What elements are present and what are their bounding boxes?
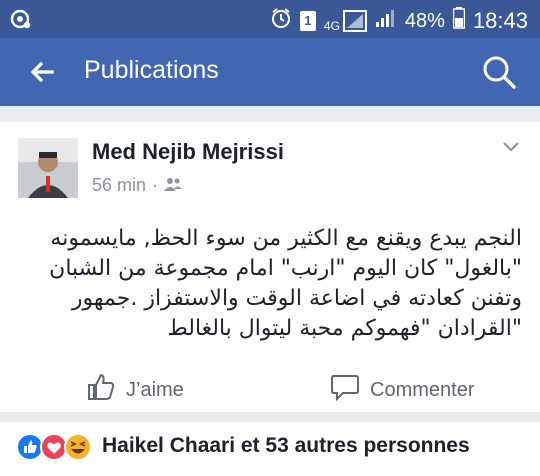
separator-dot: · — [152, 175, 159, 195]
post-text-line: "القرادان "فهموكم محبة ليتوال بالغالط — [167, 316, 522, 341]
page-title: Publications — [84, 56, 219, 84]
post-actions: J’aime Commenter — [0, 364, 540, 412]
post-author[interactable]: Med Nejib Mejrissi — [92, 139, 284, 165]
comment-icon — [330, 372, 360, 408]
reactions-text: Haikel Chaari et 53 autres personnes — [102, 434, 470, 457]
post-card: Med Nejib Mejrissi 56 min · النجم يبدع و… — [0, 122, 540, 412]
back-arrow-icon[interactable] — [26, 56, 58, 88]
friends-icon — [164, 175, 183, 196]
like-button[interactable]: J’aime — [86, 372, 184, 408]
post-time[interactable]: 56 min — [92, 175, 146, 196]
haha-reaction-icon — [64, 433, 92, 461]
notification-icon — [10, 9, 32, 34]
battery-percent: 48% — [404, 9, 445, 32]
love-reaction-icon — [40, 433, 68, 461]
thumbs-up-icon — [86, 372, 116, 408]
post-meta: 56 min · — [92, 175, 183, 196]
signal-wifi-icon: 4G — [324, 10, 367, 32]
sim-indicator: 1 — [299, 11, 316, 31]
avatar[interactable] — [18, 138, 78, 198]
like-label: J’aime — [126, 378, 184, 401]
battery-icon — [452, 7, 466, 35]
reaction-icons — [16, 432, 94, 462]
comment-button[interactable]: Commenter — [330, 372, 474, 408]
post-text-line: "بالغول" كان اليوم "ارنب" امام مجموعة من… — [49, 256, 522, 281]
network-type: 4G — [323, 19, 340, 33]
app-bar: Publications — [0, 38, 540, 106]
like-reaction-icon — [16, 433, 44, 461]
alarm-icon — [270, 7, 292, 35]
post-text: النجم يبدع ويقنع مع الكثير من سوء الحظ, … — [28, 224, 522, 344]
comment-label: Commenter — [370, 378, 475, 401]
search-icon[interactable] — [480, 53, 518, 91]
status-bar: 1 4G 48% 18:43 — [0, 0, 540, 38]
signal-icon — [375, 8, 397, 34]
reactions-summary[interactable]: Haikel Chaari et 53 autres personnes — [0, 422, 540, 476]
post-text-line: النجم يبدع ويقنع مع الكثير من سوء الحظ, … — [50, 226, 522, 251]
chevron-down-icon[interactable] — [502, 140, 520, 152]
clock: 18:43 — [472, 8, 528, 33]
post-text-line: وتفنن كعادته في اضاعة الوقت والاستفزاز .… — [71, 286, 522, 311]
